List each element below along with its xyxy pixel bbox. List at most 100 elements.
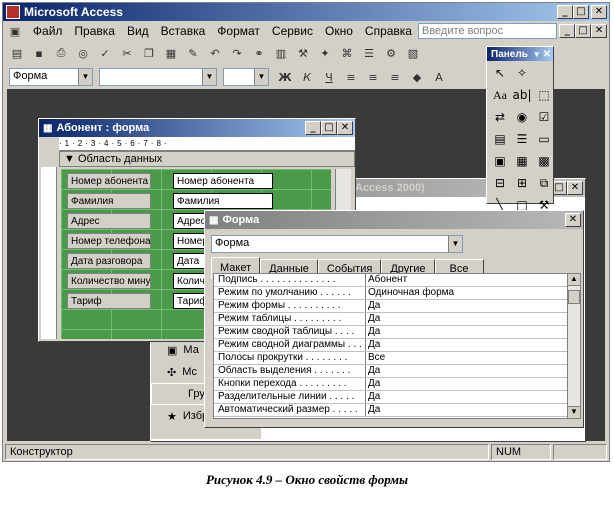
doc-restore-button[interactable]: □ [575,24,592,38]
format-painter-icon[interactable]: ✎ [183,44,203,62]
font-color-icon[interactable]: A [429,68,449,86]
property-value[interactable]: Абонент [366,274,568,286]
align-left-icon[interactable]: ≡ [341,68,361,86]
bold-icon[interactable]: Ж [275,68,295,86]
property-value[interactable]: Да [366,378,568,390]
detail-section-header[interactable]: ▼ Область данных [59,151,355,167]
toggle-tool-icon[interactable]: ⇄ [490,107,510,127]
property-value[interactable]: Да [366,404,568,416]
properties-vscroll[interactable]: ▲ ▼ [567,273,581,419]
close-button[interactable]: ✕ [591,5,607,19]
property-value[interactable]: Одиночная форма [366,287,568,299]
property-row[interactable]: Режим таблицы . . . . . . . . . Да [214,313,568,326]
property-row[interactable]: Подпись . . . . . . . . . . . . . . Абоне… [214,274,568,287]
checkbox-tool-icon[interactable]: ☑ [534,107,554,127]
property-row[interactable]: Режим формы . . . . . . . . . . Да [214,300,568,313]
copy-icon[interactable]: ❐ [139,44,159,62]
ask-question-input[interactable]: Введите вопрос [417,23,558,39]
doc-minimize-button[interactable]: _ [559,24,576,38]
textbox-tool-icon[interactable]: ab| [512,85,532,105]
scroll-up-icon[interactable]: ▲ [568,274,580,286]
menu-edit[interactable]: Правка [68,24,121,38]
page-break-icon[interactable]: ⊟ [490,173,510,193]
print-icon[interactable]: ⎙ [51,44,71,62]
form-label[interactable]: Дата разговора [67,253,151,269]
align-center-icon[interactable]: ≡ [363,68,383,86]
button-tool-icon[interactable]: ▭ [534,129,554,149]
hyperlink-icon[interactable]: ⚭ [249,44,269,62]
properties-object-selector[interactable]: Форма ▼ [211,235,463,253]
form-label[interactable]: Фамилия [67,193,151,209]
property-row[interactable]: Кнопки перехода . . . . . . . . . Да [214,378,568,391]
option-group-icon[interactable]: ⬚ [534,85,554,105]
menu-file[interactable]: Файл [27,24,69,38]
property-row[interactable]: Режим сводной диаграммы . . . Да [214,339,568,352]
autoformat-icon[interactable]: ✦ [315,44,335,62]
property-row[interactable]: Режим по умолчанию . . . . . . Одиночная … [214,287,568,300]
property-value[interactable]: Да [366,300,568,312]
radio-tool-icon[interactable]: ◉ [512,107,532,127]
chevron-down-icon[interactable]: ▼ [533,50,541,59]
db-close-button[interactable]: ✕ [567,181,583,195]
build-icon[interactable]: ⚙ [381,44,401,62]
menu-help[interactable]: Справка [359,24,418,38]
property-row[interactable]: Режим сводной таблицы . . . . Да [214,326,568,339]
tab-control-icon[interactable]: ⊞ [512,173,532,193]
cut-icon[interactable]: ✂ [117,44,137,62]
save-icon[interactable]: ▪ [29,44,49,62]
property-value[interactable]: Все [366,352,568,364]
property-value[interactable]: Да [366,339,568,351]
menu-insert[interactable]: Вставка [155,24,212,38]
unbound-frame-icon[interactable]: ▦ [512,151,532,171]
code-icon[interactable]: ⌘ [337,44,357,62]
label-tool-icon[interactable]: Aa [490,85,510,105]
wizard-tool-icon[interactable]: ✧ [512,63,532,83]
form-label[interactable]: Адрес [67,213,151,229]
listbox-tool-icon[interactable]: ☰ [512,129,532,149]
database-icon[interactable]: ▧ [403,44,423,62]
form-label[interactable]: Номер абонента [67,173,151,189]
property-row[interactable]: Область выделения . . . . . . . Да [214,365,568,378]
select-tool-icon[interactable]: ↖ [490,63,510,83]
form-label[interactable]: Тариф [67,293,151,309]
property-value[interactable]: Да [366,391,568,403]
font-selector[interactable]: ▼ [99,68,217,86]
subform-icon[interactable]: ⧉ [534,173,554,193]
spelling-icon[interactable]: ✓ [95,44,115,62]
properties-close-button[interactable]: ✕ [565,213,581,227]
form-textbox[interactable]: Номер абонента [173,173,273,189]
menu-window[interactable]: Окно [319,24,359,38]
properties-icon[interactable]: ☰ [359,44,379,62]
image-tool-icon[interactable]: ▣ [490,151,510,171]
toolbox-close-icon[interactable]: ✕ [543,49,551,60]
menu-format[interactable]: Формат [211,24,266,38]
form-label[interactable]: Номер телефона [67,233,151,249]
menu-tools[interactable]: Сервис [266,24,319,38]
paste-icon[interactable]: ▦ [161,44,181,62]
toolbox-icon[interactable]: ⚒ [293,44,313,62]
object-selector[interactable]: Форма ▼ [9,68,93,86]
maximize-button[interactable]: □ [573,5,589,19]
bound-frame-icon[interactable]: ▩ [534,151,554,171]
redo-icon[interactable]: ↷ [227,44,247,62]
form-textbox[interactable]: Фамилия [173,193,273,209]
combobox-tool-icon[interactable]: ▤ [490,129,510,149]
underline-icon[interactable]: Ч [319,68,339,86]
scroll-thumb[interactable] [568,290,580,304]
italic-icon[interactable]: К [297,68,317,86]
preview-icon[interactable]: ◎ [73,44,93,62]
fill-color-icon[interactable]: ◆ [407,68,427,86]
form-minimize-button[interactable]: _ [305,121,321,135]
view-icon[interactable]: ▤ [7,44,27,62]
property-row[interactable]: Автоматический размер . . . . . Да [214,404,568,417]
form-close-button[interactable]: ✕ [337,121,353,135]
size-selector[interactable]: ▼ [223,68,269,86]
property-row[interactable]: Разделительные линии . . . . . Да [214,391,568,404]
property-row[interactable]: Полосы прокрутки . . . . . . . . Все [214,352,568,365]
undo-icon[interactable]: ↶ [205,44,225,62]
align-right-icon[interactable]: ≡ [385,68,405,86]
property-value[interactable]: Да [366,313,568,325]
scroll-down-icon[interactable]: ▼ [568,406,580,418]
doc-close-button[interactable]: ✕ [591,24,607,38]
menu-view[interactable]: Вид [121,24,155,38]
